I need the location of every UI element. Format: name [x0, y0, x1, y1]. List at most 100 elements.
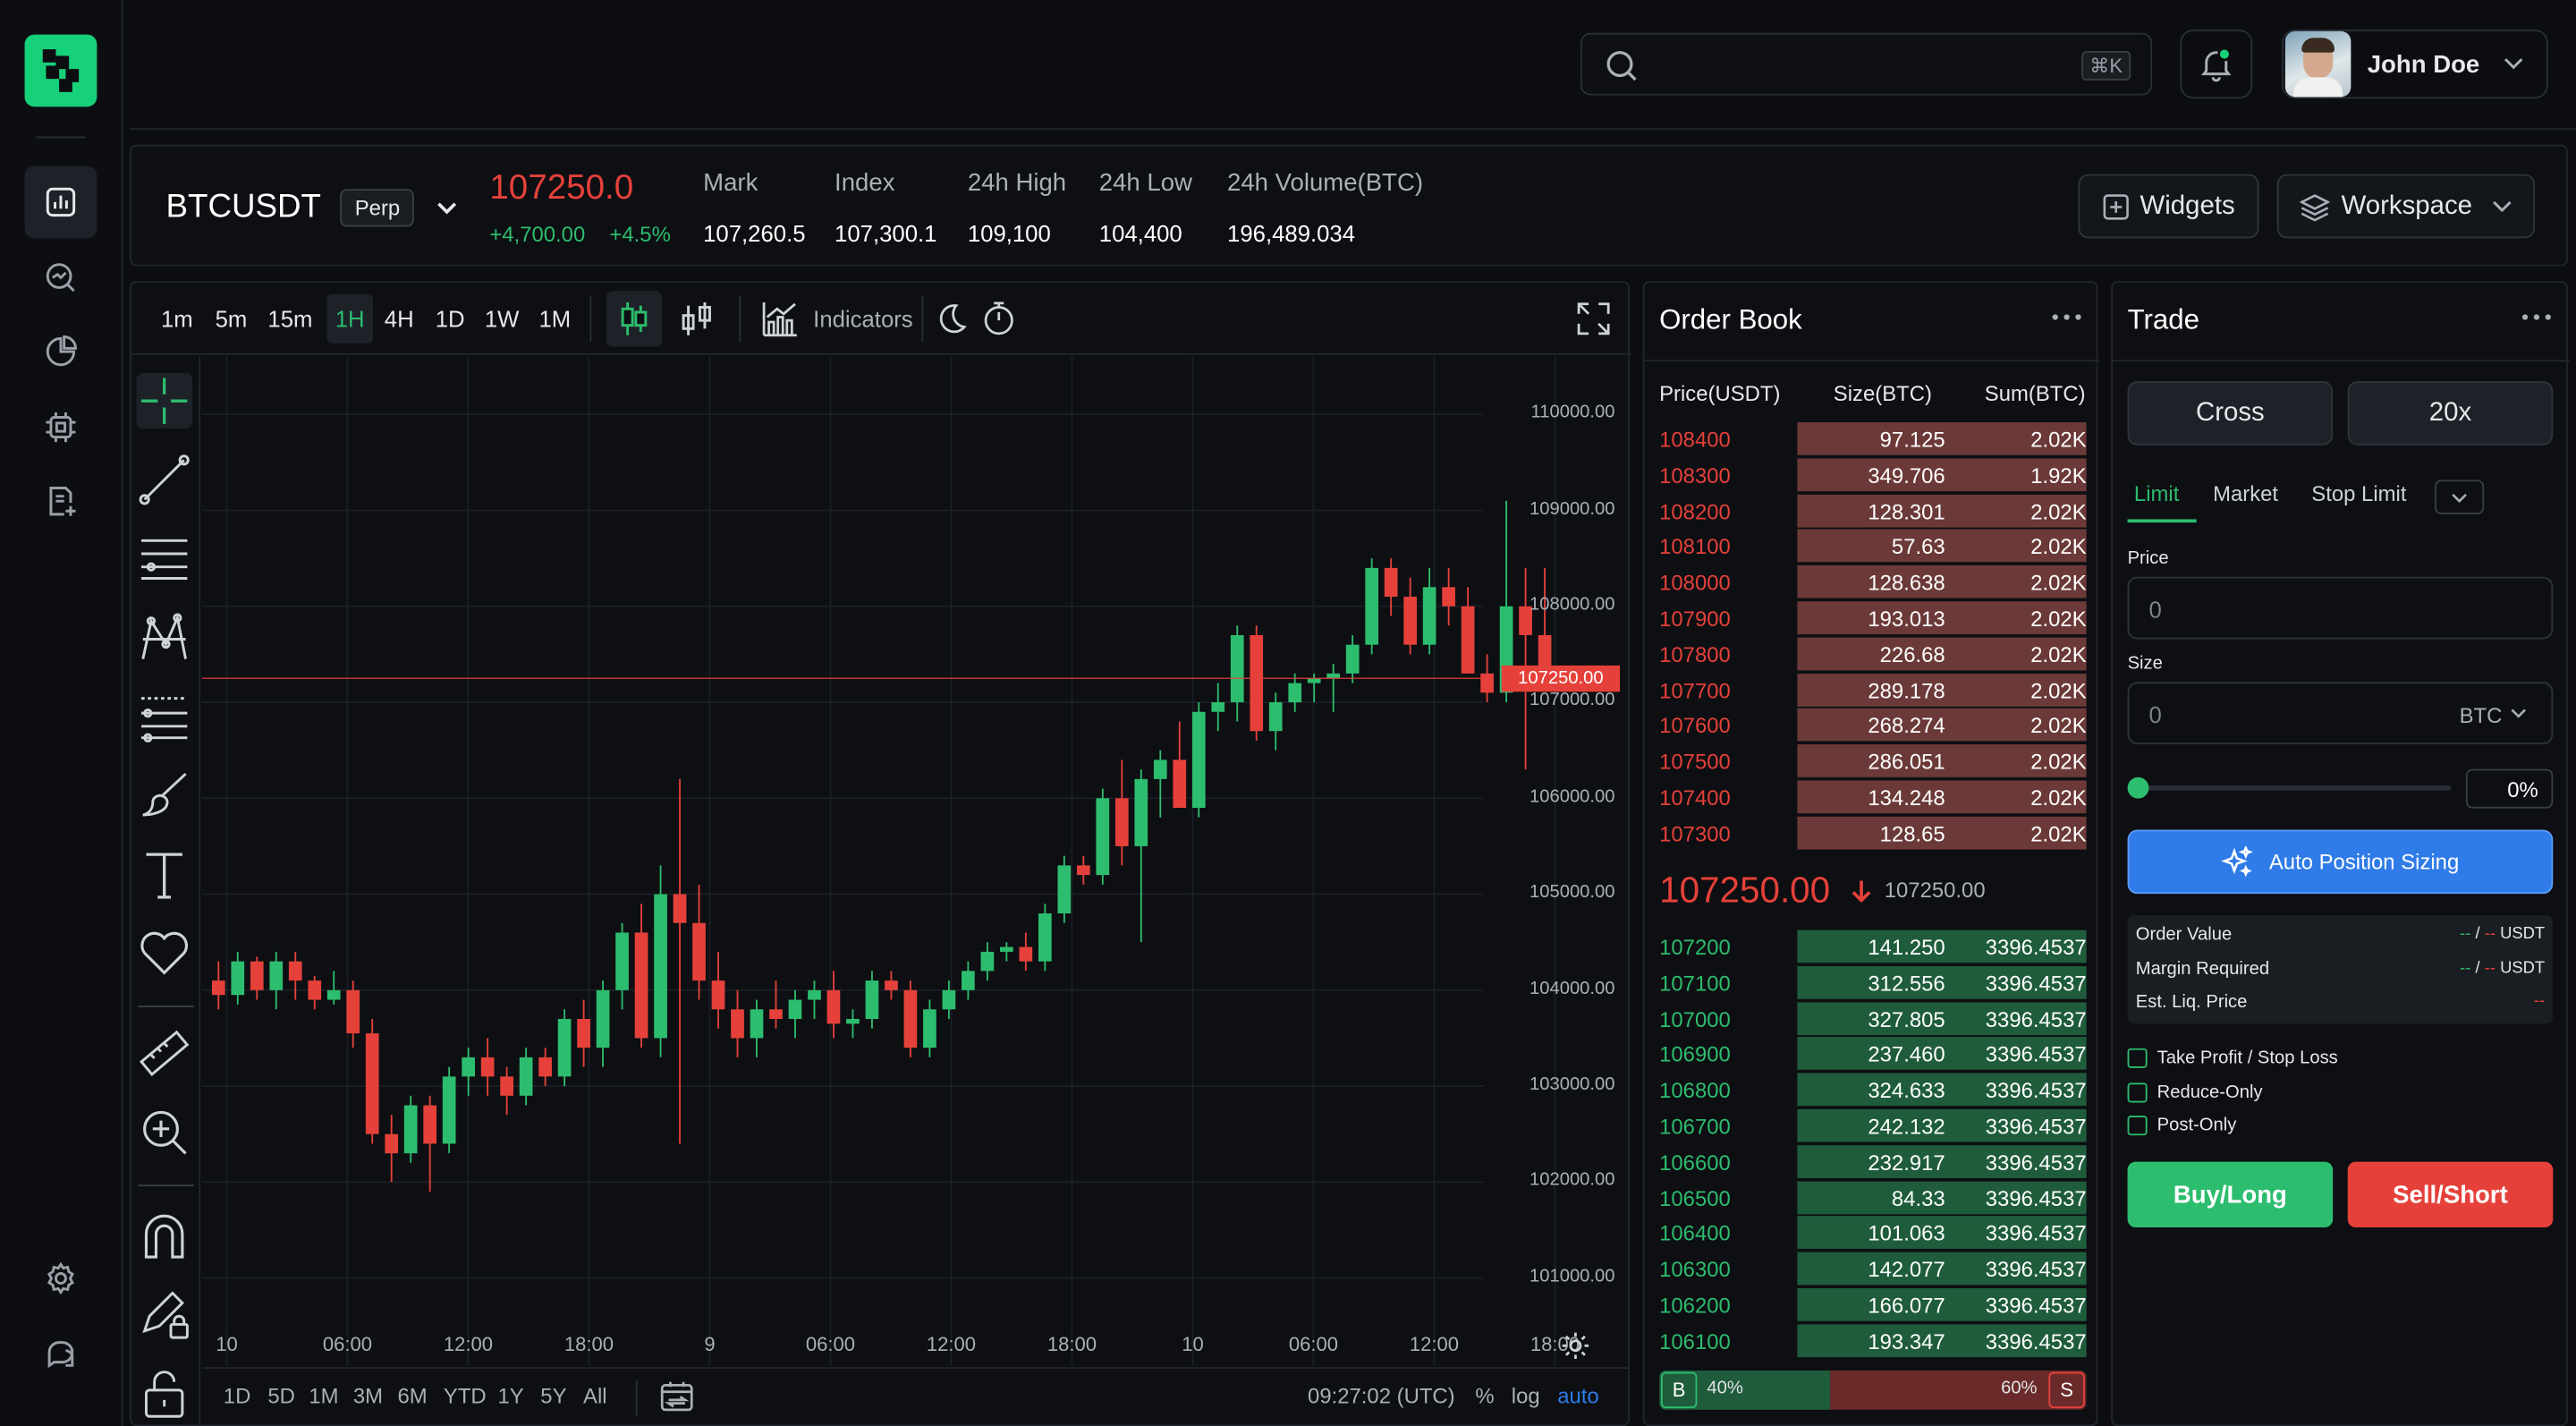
bid-row[interactable]: 106800 324.633 3396.4537 — [1659, 1073, 2087, 1107]
ask-row[interactable]: 107400 134.248 2.02K — [1659, 780, 2087, 814]
order-type-market[interactable]: Market — [2213, 481, 2278, 506]
auto-position-sizing-button[interactable]: Auto Position Sizing — [2127, 829, 2554, 895]
indicators-icon[interactable] — [760, 299, 800, 338]
ask-row[interactable]: 107800 226.68 2.02K — [1659, 637, 2087, 671]
post-only-checkbox[interactable]: Post-Only — [2127, 1116, 2236, 1136]
bid-row[interactable]: 106700 242.132 3396.4537 — [1659, 1108, 2087, 1142]
timeframe-1h[interactable]: 1H — [335, 306, 365, 332]
range-all[interactable]: All — [583, 1384, 607, 1409]
fullscreen-icon[interactable] — [1577, 302, 1610, 335]
bid-row[interactable]: 107100 312.556 3396.4537 — [1659, 965, 2087, 999]
price-chart[interactable] — [201, 356, 1628, 1366]
candle-chart-type-button[interactable] — [606, 291, 663, 347]
zoom-tool[interactable] — [136, 1104, 191, 1159]
chart-settings-icon[interactable] — [1561, 1331, 1590, 1361]
leverage-button[interactable]: 20x — [2347, 381, 2554, 446]
text-tool[interactable] — [136, 846, 191, 902]
trend-line-tool[interactable] — [136, 452, 191, 507]
bar-chart-type-button[interactable] — [680, 299, 713, 346]
unlock-tool[interactable] — [136, 1365, 191, 1421]
user-menu[interactable]: John Doe — [2282, 30, 2548, 99]
ask-row[interactable]: 108300 349.706 1.92K — [1659, 458, 2087, 491]
favorite-tool[interactable] — [136, 925, 191, 980]
timeframe-1w[interactable]: 1W — [485, 306, 520, 332]
horizontal-lines-tool[interactable] — [136, 531, 191, 586]
sidebar-item-explore[interactable] — [25, 242, 97, 314]
auto-toggle[interactable]: auto — [1557, 1384, 1598, 1409]
bid-row[interactable]: 107200 141.250 3396.4537 — [1659, 929, 2087, 963]
moon-icon[interactable] — [935, 302, 968, 335]
size-unit-select[interactable]: BTC — [2460, 703, 2503, 728]
range-1d[interactable]: 1D — [224, 1384, 251, 1409]
more-options-icon[interactable] — [2521, 314, 2551, 320]
buy-long-button[interactable]: Buy/Long — [2127, 1161, 2334, 1228]
size-percent-input[interactable]: 0% — [2465, 768, 2554, 809]
search-bar[interactable]: ⌘K — [1580, 32, 2153, 96]
lock-drawings-tool[interactable] — [136, 1286, 191, 1342]
timeframe-1m[interactable]: 1m — [161, 306, 193, 332]
timeframe-4h[interactable]: 4H — [385, 306, 414, 332]
ask-row[interactable]: 107900 193.013 2.02K — [1659, 601, 2087, 634]
range-1m[interactable]: 1M — [309, 1384, 338, 1409]
sidebar-item-settings[interactable] — [25, 1243, 97, 1315]
order-type-limit[interactable]: Limit — [2134, 481, 2179, 506]
range-6m[interactable]: 6M — [397, 1384, 427, 1409]
range-3m[interactable]: 3M — [353, 1384, 383, 1409]
order-type-stop-limit[interactable]: Stop Limit — [2311, 481, 2406, 506]
percent-toggle[interactable]: % — [1475, 1384, 1494, 1409]
timeframe-15m[interactable]: 15m — [267, 306, 312, 332]
timer-icon[interactable] — [982, 301, 1015, 336]
ask-row[interactable]: 108200 128.301 2.02K — [1659, 494, 2087, 527]
ask-row[interactable]: 107600 268.274 2.02K — [1659, 709, 2087, 743]
ask-row[interactable]: 107500 286.051 2.02K — [1659, 744, 2087, 778]
ask-row[interactable]: 108400 97.125 2.02K — [1659, 422, 2087, 455]
size-slider-handle[interactable] — [2127, 777, 2149, 799]
ask-row[interactable]: 107300 128.65 2.02K — [1659, 816, 2087, 850]
more-options-icon[interactable] — [2052, 314, 2081, 320]
sell-short-button[interactable]: Sell/Short — [2347, 1161, 2554, 1228]
bid-row[interactable]: 106900 237.460 3396.4537 — [1659, 1037, 2087, 1071]
order-type-dropdown[interactable] — [2435, 480, 2485, 514]
log-toggle[interactable]: log — [1512, 1384, 1540, 1409]
search-input[interactable] — [1654, 44, 2065, 84]
workspace-button[interactable]: Workspace — [2276, 174, 2536, 239]
range-ytd[interactable]: YTD — [444, 1384, 487, 1409]
widgets-button[interactable]: Widgets — [2078, 174, 2259, 239]
bid-row[interactable]: 107000 327.805 3396.4537 — [1659, 1001, 2087, 1035]
fib-tool[interactable] — [136, 689, 191, 744]
size-slider-track[interactable] — [2132, 785, 2452, 791]
size-input[interactable]: 0 BTC — [2127, 682, 2554, 745]
date-range-icon[interactable] — [659, 1379, 695, 1414]
take-profit-stop-loss-checkbox[interactable]: Take Profit / Stop Loss — [2127, 1048, 2338, 1068]
sidebar-item-chart[interactable] — [24, 166, 97, 239]
ask-row[interactable]: 108000 128.638 2.02K — [1659, 565, 2087, 598]
symbol-dropdown-icon[interactable] — [437, 202, 457, 216]
sidebar-item-portfolio[interactable] — [25, 316, 97, 388]
timeframe-5m[interactable]: 5m — [216, 306, 248, 332]
crosshair-tool[interactable] — [136, 372, 192, 429]
brush-tool[interactable] — [136, 768, 191, 823]
pattern-tool[interactable] — [136, 609, 191, 665]
reduce-only-checkbox[interactable]: Reduce-Only — [2127, 1082, 2263, 1103]
bid-row[interactable]: 106400 101.063 3396.4537 — [1659, 1216, 2087, 1250]
margin-mode-button[interactable]: Cross — [2127, 381, 2334, 446]
bid-row[interactable]: 106200 166.077 3396.4537 — [1659, 1288, 2087, 1321]
sidebar-item-orders[interactable] — [25, 465, 97, 538]
bid-row[interactable]: 106600 232.917 3396.4537 — [1659, 1144, 2087, 1178]
bid-row[interactable]: 106500 84.33 3396.4537 — [1659, 1180, 2087, 1214]
price-input[interactable]: 0 — [2127, 576, 2554, 640]
notifications-button[interactable] — [2180, 30, 2253, 99]
ask-row[interactable]: 108100 57.63 2.02K — [1659, 530, 2087, 563]
bid-row[interactable]: 106300 142.077 3396.4537 — [1659, 1252, 2087, 1286]
sidebar-item-bots[interactable] — [25, 391, 97, 463]
timeframe-1d[interactable]: 1D — [436, 306, 465, 332]
magnet-tool[interactable] — [136, 1208, 191, 1263]
ask-row[interactable]: 107700 289.178 2.02K — [1659, 673, 2087, 707]
indicators-label[interactable]: Indicators — [813, 306, 912, 332]
range-5d[interactable]: 5D — [267, 1384, 295, 1409]
brand-logo[interactable] — [24, 34, 97, 107]
sidebar-item-support[interactable] — [25, 1318, 97, 1390]
timeframe-1m-month[interactable]: 1M — [538, 306, 571, 332]
range-5y[interactable]: 5Y — [540, 1384, 566, 1409]
range-1y[interactable]: 1Y — [498, 1384, 524, 1409]
